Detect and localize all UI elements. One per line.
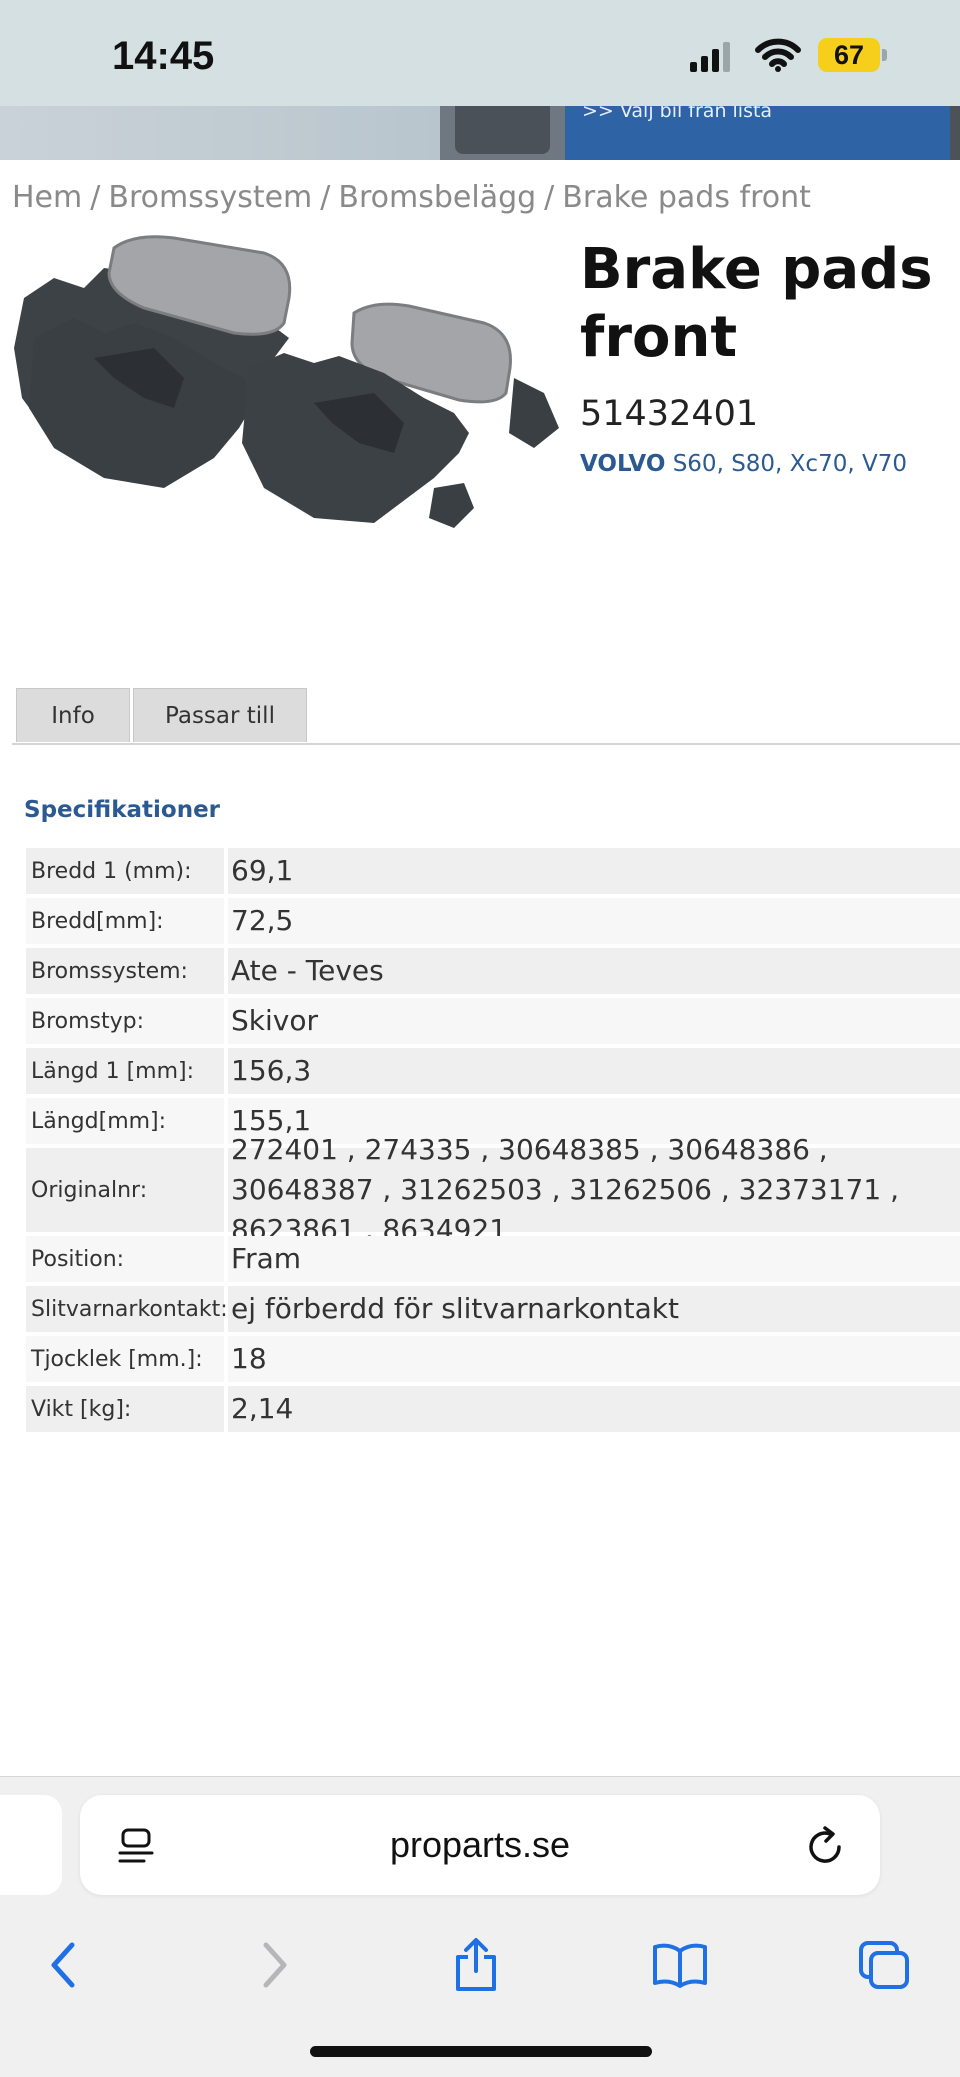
status-bar: 14:45 67 xyxy=(0,0,960,106)
bookmarks-icon xyxy=(653,1943,707,1988)
spec-row: Tjocklek [mm.]: 18 xyxy=(26,1336,960,1382)
spec-value: 2,14 xyxy=(228,1386,960,1432)
page: 14:45 67 >> Välj bil från lista Hem / Brom… xyxy=(0,0,960,2077)
spec-value: 72,5 xyxy=(228,898,960,944)
spec-value: Ate - Teves xyxy=(228,948,960,994)
header-banner: >> Välj bil från lista xyxy=(0,106,960,160)
breadcrumb-home[interactable]: Hem xyxy=(12,180,82,215)
spec-row: Bredd[mm]: 72,5 xyxy=(26,898,960,944)
forward-button[interactable] xyxy=(234,1925,314,2005)
breadcrumb: Hem / Bromssystem / Bromsbelägg / Brake pads f… xyxy=(12,180,811,215)
spec-value: 272401 , 274335 , 30648385 , 30648386 , … xyxy=(228,1133,960,1246)
spec-label: Längd[mm]: xyxy=(26,1098,224,1144)
breadcrumb-current: Brake pads front xyxy=(562,180,811,215)
spec-row: Originalnr: 272401 , 274335 , 30648385 ,… xyxy=(26,1133,960,1246)
product-image[interactable] xyxy=(14,228,562,538)
spec-value: Fram xyxy=(228,1236,960,1282)
spec-row: Bromssystem: Ate - Teves xyxy=(26,948,960,994)
spec-value: 69,1 xyxy=(228,848,960,894)
url-text: proparts.se xyxy=(389,1824,571,1865)
spec-label: Vikt [kg]: xyxy=(26,1386,224,1432)
spec-row: Position: Fram xyxy=(26,1236,960,1282)
fits-models[interactable]: VOLVO S60, S80, Xc70, V70 xyxy=(580,451,907,477)
fits-brand: VOLVO xyxy=(580,451,666,477)
breadcrumb-separator: / xyxy=(544,180,555,215)
battery-level: 67 xyxy=(833,40,865,70)
spec-row: Bredd 1 (mm): 69,1 xyxy=(26,848,960,894)
reader-icon[interactable] xyxy=(118,1827,154,1865)
spec-row: Bromstyp: Skivor xyxy=(26,998,960,1044)
home-indicator[interactable] xyxy=(310,2046,652,2057)
spec-value: Skivor xyxy=(228,998,960,1044)
breadcrumb-separator: / xyxy=(90,180,101,215)
spec-row: Längd 1 [mm]: 156,3 xyxy=(26,1048,960,1094)
share-icon xyxy=(456,1938,496,1991)
spec-heading: Specifikationer xyxy=(24,797,221,823)
spec-label: Bromssystem: xyxy=(26,948,224,994)
spec-label: Originalnr: xyxy=(26,1148,224,1232)
spec-label: Bromstyp: xyxy=(26,998,224,1044)
previous-tab-peek[interactable] xyxy=(0,1795,62,1895)
spec-value: 18 xyxy=(228,1336,960,1382)
product-title: Brake pads front xyxy=(580,237,933,370)
spec-label: Bredd 1 (mm): xyxy=(26,848,224,894)
spec-label: Tjocklek [mm.]: xyxy=(26,1336,224,1382)
breadcrumb-bromsbelagg[interactable]: Bromsbelägg xyxy=(338,180,536,215)
spec-table: Bredd 1 (mm): 69,1 Bredd[mm]: 72,5 Broms… xyxy=(26,848,960,1436)
spec-value: 156,3 xyxy=(228,1048,960,1094)
product-number: 51432401 xyxy=(580,394,759,434)
tab-info[interactable]: Info xyxy=(16,688,130,742)
spec-row: Vikt [kg]: 2,14 xyxy=(26,1386,960,1432)
battery-icon: 67 xyxy=(818,38,888,72)
tabs-icon xyxy=(859,1941,909,1989)
spec-value: ej förberdd för slitvarnarkontakt xyxy=(228,1286,960,1332)
spec-label: Position: xyxy=(26,1236,224,1282)
choose-car-link[interactable]: >> Välj bil från lista xyxy=(582,106,772,122)
breadcrumb-bromssystem[interactable]: Bromssystem xyxy=(108,180,312,215)
spec-label: Längd 1 [mm]: xyxy=(26,1048,224,1094)
address-bar[interactable]: proparts.se xyxy=(80,1795,880,1895)
bookmarks-button[interactable] xyxy=(640,1925,720,2005)
browser-nav-row xyxy=(0,1925,960,2005)
spec-label: Slitvarnarkontakt: xyxy=(26,1286,228,1332)
spec-label: Bredd[mm]: xyxy=(26,898,224,944)
fits-model-list: S60, S80, Xc70, V70 xyxy=(672,451,907,477)
tabs-divider xyxy=(12,743,960,745)
cellular-signal-icon xyxy=(690,42,730,72)
tab-passar-till[interactable]: Passar till xyxy=(133,688,307,742)
share-button[interactable] xyxy=(436,1925,516,2005)
status-time: 14:45 xyxy=(112,34,215,78)
back-icon xyxy=(51,1942,75,1988)
browser-toolbar: proparts.se xyxy=(0,1776,960,2077)
wifi-icon xyxy=(755,38,801,72)
spec-row: Slitvarnarkontakt: ej förberdd för slitv… xyxy=(26,1286,960,1332)
breadcrumb-separator: / xyxy=(320,180,331,215)
back-button[interactable] xyxy=(24,1925,104,2005)
tabs-button[interactable] xyxy=(844,1925,924,2005)
forward-icon xyxy=(263,1942,287,1988)
reload-icon[interactable] xyxy=(806,1825,846,1867)
